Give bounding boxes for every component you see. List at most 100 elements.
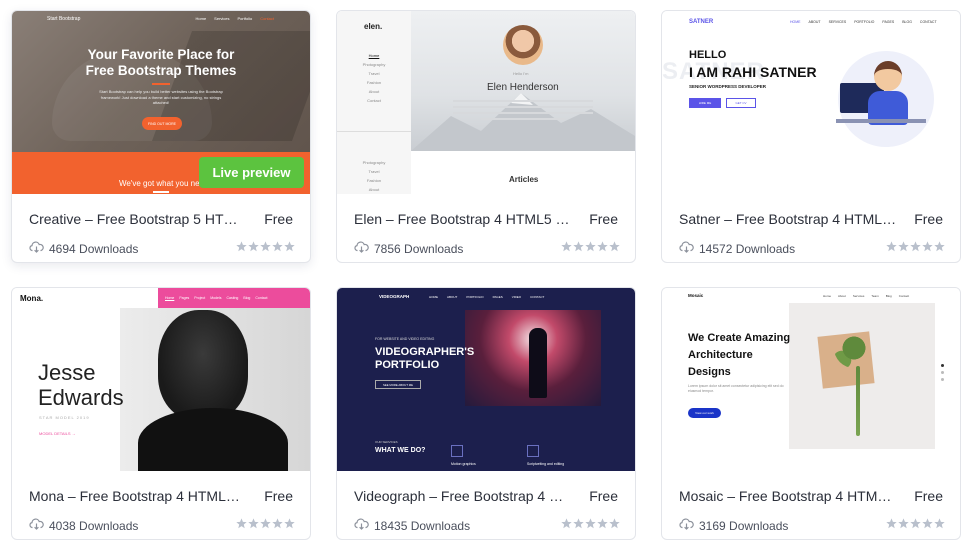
thumb-first-name: Jesse (38, 360, 96, 385)
rating-stars (886, 518, 945, 529)
download-count: 14572 Downloads (679, 241, 795, 256)
download-count: 18435 Downloads (354, 518, 470, 533)
thumb-section-title: Articles (509, 175, 539, 184)
thumb-logo: Mona. (20, 294, 44, 303)
template-price: Free (914, 488, 943, 504)
template-card-satner[interactable]: SATNER HOME ABOUT SERVICES PORTFOLIO PAG… (661, 10, 961, 263)
template-title[interactable]: Satner – Free Bootstrap 4 HTML… (679, 211, 897, 227)
thumb-link: MODEL DETAILS → (39, 431, 76, 436)
template-price: Free (914, 211, 943, 227)
template-thumbnail[interactable]: Mosaic Home About Services Team Blog Con… (662, 288, 960, 471)
template-thumbnail[interactable]: Mona. Home Pages Project Models Casting … (12, 288, 310, 471)
thumb-title: PORTFOLIO (375, 359, 440, 371)
service-icon (451, 445, 463, 457)
thumb-last-name: Edwards (38, 385, 124, 410)
thumb-service-2: Scriptwriting and editing (527, 462, 565, 466)
live-preview-button[interactable]: Live preview (199, 157, 304, 188)
star-icon (573, 518, 584, 529)
thumb-nav-item: Blog (885, 294, 892, 298)
rating-stars (886, 241, 945, 252)
thumb-person-name: Elen Henderson (487, 82, 559, 93)
download-count-label: 14572 Downloads (699, 241, 796, 256)
thumb-title: VIDEOGRAPHER'S (375, 346, 475, 358)
thumb-headline: Your Favorite Place for (87, 47, 235, 62)
thumb-name-line: I AM RAHI SATNER (689, 64, 817, 80)
template-card-elen[interactable]: elen. Home Photography Travel Fashion Ab… (336, 10, 636, 263)
illustration-person-head (874, 61, 902, 91)
thumb-headline: Free Bootstrap Themes (85, 63, 237, 78)
thumb-nav-item: Portfolio (237, 16, 253, 21)
thumb-bottom-divider (153, 191, 169, 193)
thumb-nav-item: Services (852, 294, 865, 298)
template-title[interactable]: Videograph – Free Bootstrap 4 H… (354, 488, 572, 504)
thumb-nav-item: Services (214, 16, 230, 21)
star-icon (886, 518, 897, 529)
thumb-about-button: SEE MORE ABOUT ME (375, 380, 421, 389)
thumb-service-1: Motion graphics (451, 462, 476, 466)
stage-person (529, 328, 547, 398)
portrait-shoulders (138, 408, 288, 471)
template-title[interactable]: Elen – Free Bootstrap 4 HTML5 … (354, 211, 572, 227)
thumb-nav-item: ABOUT (447, 295, 458, 299)
thumb-nav-item: PAGES (882, 20, 895, 24)
template-card-mona[interactable]: Mona. Home Pages Project Models Casting … (11, 287, 311, 540)
template-price: Free (264, 211, 293, 227)
thumb-headline: We Create Amazing (688, 332, 791, 344)
headline-divider (152, 83, 170, 85)
template-title[interactable]: Creative – Free Bootstrap 5 HTM… (29, 211, 247, 227)
star-icon (609, 518, 620, 529)
download-count-label: 4038 Downloads (49, 518, 139, 533)
thumb-nav-item: VIDEO (511, 295, 522, 299)
star-icon (898, 518, 909, 529)
thumb-menu-item: Photography (362, 62, 386, 67)
thumb-logo: SATNER (689, 19, 714, 25)
thumb-nav-item: Blog (243, 296, 251, 300)
thumb-role: SENIOR WORDPRESS DEVELOPER (689, 84, 767, 89)
thumb-nav-item: Contact (260, 16, 274, 21)
template-title[interactable]: Mona – Free Bootstrap 4 HTML5 … (29, 488, 247, 504)
thumb-nav-item: CONTACT (919, 20, 937, 24)
thumb-menu-item: About (368, 89, 380, 94)
thumb-menu-item: Travel (368, 169, 380, 174)
slider-dots (941, 364, 944, 384)
thumb-nav-item: About (838, 294, 846, 298)
thumb-nav-item: Pages (179, 296, 190, 300)
thumb-nav-item: SERVICES (828, 20, 847, 24)
template-thumbnail[interactable]: SATNER HOME ABOUT SERVICES PORTFOLIO PAG… (662, 11, 960, 194)
thumb-nav-item: PORTFOLIO (466, 295, 484, 299)
download-count: 4038 Downloads (29, 518, 138, 533)
star-icon (248, 241, 259, 252)
thumb-hire-button: HIRE ME (689, 98, 721, 108)
template-thumbnail[interactable]: Start Bootstrap Home Services Portfolio … (12, 11, 310, 194)
cloud-download-icon (29, 518, 49, 533)
thumb-nav-item: Home (195, 16, 207, 21)
star-icon (236, 518, 247, 529)
thumb-nav-item: Home (823, 294, 832, 298)
thumb-body-text: Lorem ipsum dolor sit amet consectetur a… (688, 384, 784, 393)
download-count-label: 7856 Downloads (374, 241, 464, 256)
thumb-menu-item: About (368, 187, 380, 192)
template-thumbnail[interactable]: VIDEOGRAPH HOME ABOUT PORTFOLIO PAGES VI… (337, 288, 635, 471)
template-price: Free (589, 488, 618, 504)
thumb-view-button: View our work (688, 408, 721, 418)
thumb-logo: elen. (364, 22, 383, 31)
template-card-videograph[interactable]: VIDEOGRAPH HOME ABOUT PORTFOLIO PAGES VI… (336, 287, 636, 540)
thumb-nav-item: Contact (255, 296, 268, 300)
thumb-kicker: FOR WEBSITE AND VIDEO EDITING (375, 337, 435, 341)
download-count: 3169 Downloads (679, 518, 788, 533)
template-thumbnail[interactable]: elen. Home Photography Travel Fashion Ab… (337, 11, 635, 194)
download-count-label: 18435 Downloads (374, 518, 471, 533)
template-price: Free (589, 211, 618, 227)
star-icon (272, 518, 283, 529)
service-icon (527, 445, 539, 457)
thumb-tagline: STAR MODEL 2019 (39, 415, 90, 420)
thumb-cta-button: FIND OUT MORE (142, 117, 182, 130)
cloud-download-icon (679, 241, 699, 256)
rating-stars (561, 241, 620, 252)
template-card-creative[interactable]: Start Bootstrap Home Services Portfolio … (11, 10, 311, 263)
star-icon (236, 241, 247, 252)
template-title[interactable]: Mosaic – Free Bootstrap 4 HTML… (679, 488, 897, 504)
thumb-hello: HELLO (689, 49, 727, 61)
template-card-mosaic[interactable]: Mosaic Home About Services Team Blog Con… (661, 287, 961, 540)
plant-vine (856, 366, 860, 436)
